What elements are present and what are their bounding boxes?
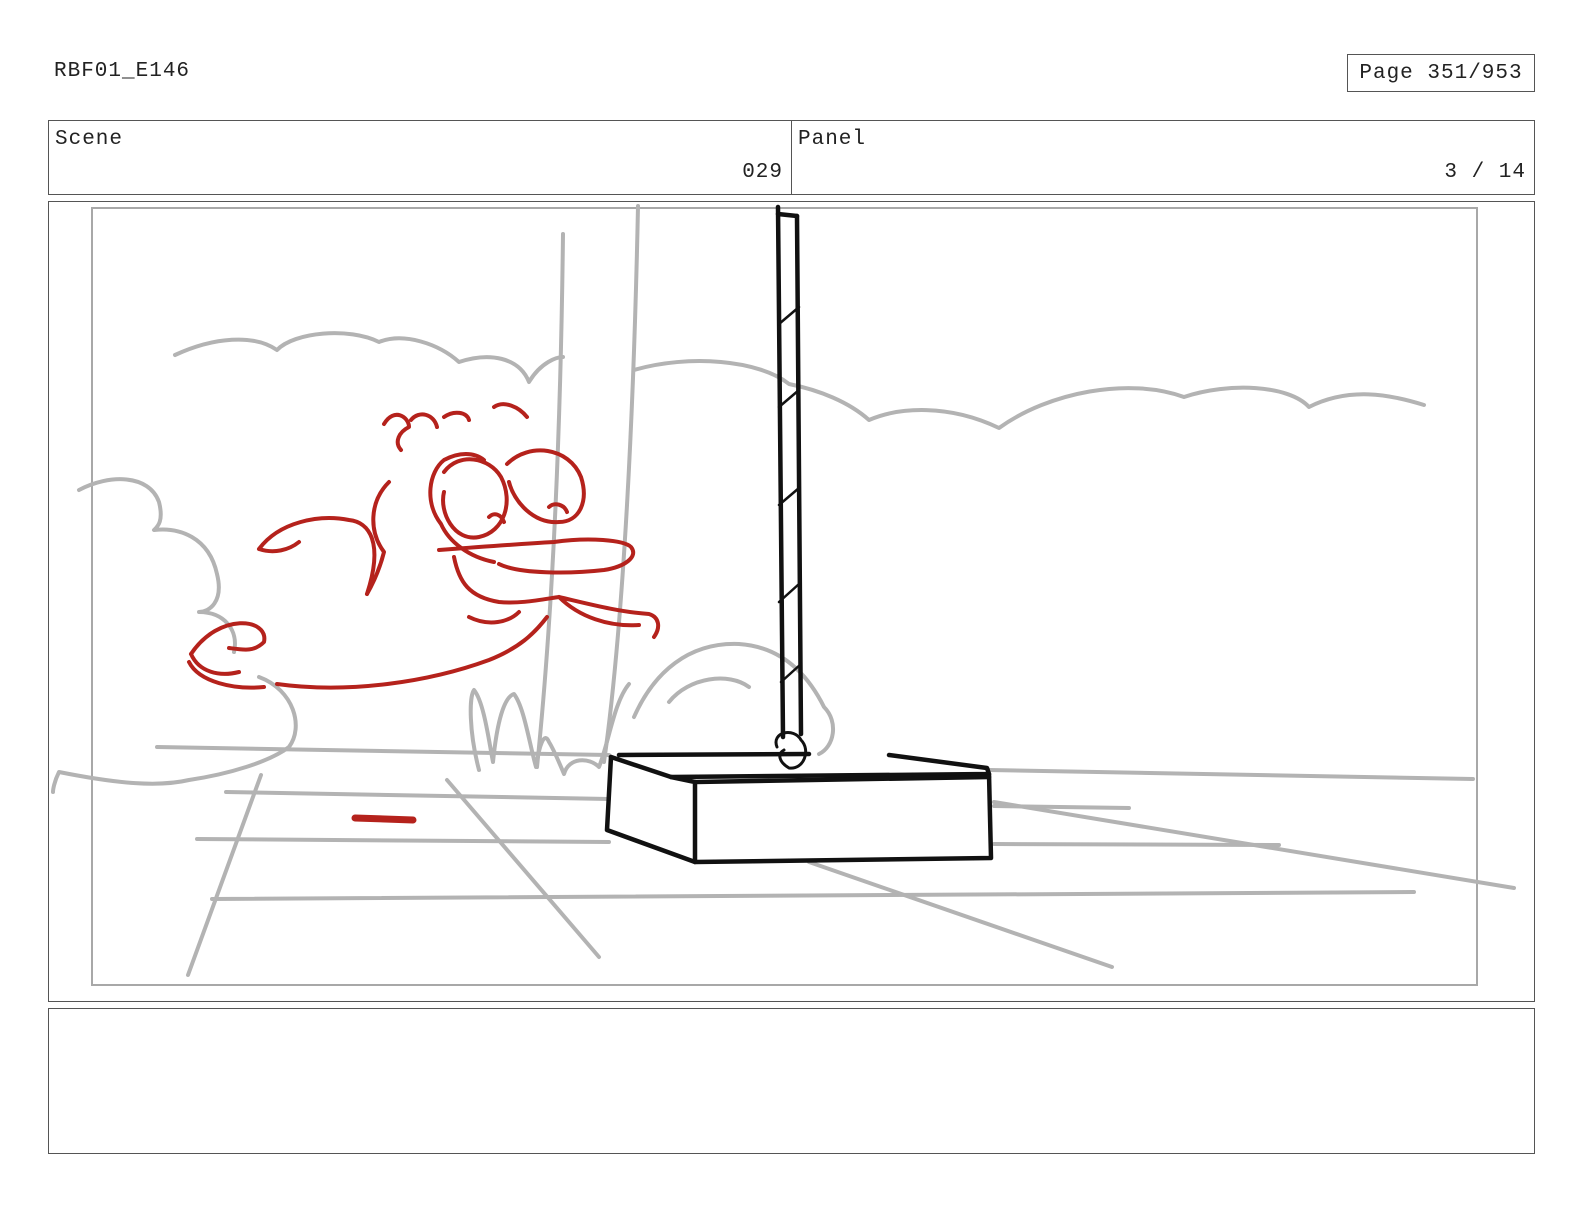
tree-trunk — [535, 232, 565, 769]
floor-line-2 — [195, 837, 611, 844]
pupil-right — [547, 502, 569, 514]
bush-center — [632, 641, 835, 756]
pole-prop — [604, 204, 994, 865]
horizon-right — [987, 768, 1475, 781]
character-body — [275, 615, 549, 690]
character-beak — [437, 537, 635, 575]
character-hair — [382, 402, 529, 452]
floor-diag-2 — [445, 778, 601, 959]
bush-left — [77, 477, 237, 654]
cloud-right — [632, 359, 1426, 430]
scene-label: Scene — [55, 128, 124, 151]
storyboard-panel — [48, 201, 1535, 1002]
panel-cell: Panel 3 / 14 — [791, 121, 1534, 194]
scene-number: 029 — [742, 161, 783, 184]
floor-line-1 — [224, 790, 611, 801]
pole-top — [775, 211, 800, 219]
character-sketch — [187, 402, 661, 690]
character-chin — [467, 610, 521, 625]
panel-label: Panel — [798, 128, 867, 151]
scene-panel-bar: Scene 029 Panel 3 / 14 — [48, 120, 1535, 195]
base-left — [604, 754, 698, 865]
pole-knob — [774, 731, 808, 770]
scene-cell: Scene 029 — [49, 121, 791, 194]
pupil-left — [487, 512, 506, 524]
eye-right — [505, 448, 586, 525]
bush-center-inner — [667, 676, 751, 704]
floor-diag-1 — [186, 773, 263, 977]
floor-mark — [351, 814, 417, 824]
panel-drawing — [51, 204, 1516, 986]
character-tail — [187, 621, 267, 690]
floor-diag-4 — [807, 860, 1114, 969]
character-mouth — [452, 555, 661, 639]
character-fin — [257, 516, 377, 596]
page-number: Page 351/953 — [1347, 54, 1535, 92]
panel-number: 3 / 14 — [1444, 161, 1526, 184]
notes-area — [48, 1008, 1535, 1154]
production-id: RBF01_E146 — [54, 60, 191, 83]
floor-line-5 — [210, 890, 1416, 901]
eye-left — [441, 457, 509, 540]
base-front — [668, 771, 994, 865]
tree-trunk-right — [602, 204, 640, 764]
floor-line-4 — [992, 842, 1281, 847]
pole-right-edge — [794, 213, 804, 737]
cloud-left — [173, 331, 565, 384]
